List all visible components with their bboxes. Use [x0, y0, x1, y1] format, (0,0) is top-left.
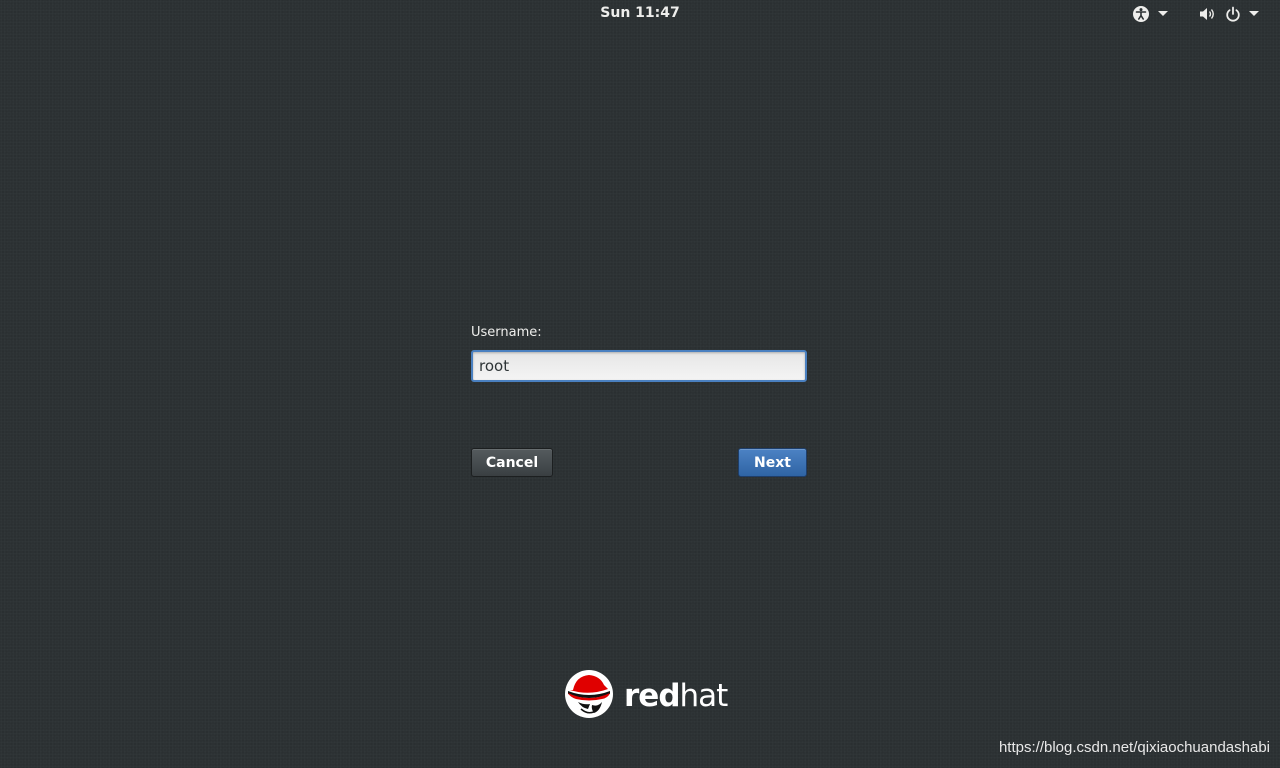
cancel-button[interactable]: Cancel [471, 448, 553, 477]
shadowman-icon [564, 669, 614, 723]
top-bar: Sun 11:47 [0, 0, 1280, 28]
username-input[interactable] [471, 350, 807, 382]
watermark-url: https://blog.csdn.net/qixiaochuandashabi [998, 739, 1270, 756]
next-button[interactable]: Next [738, 448, 807, 477]
login-form: Username: Cancel Next [471, 324, 807, 477]
username-label: Username: [471, 325, 542, 340]
dropdown-arrow-icon [1249, 11, 1259, 17]
volume-icon [1199, 6, 1217, 22]
redhat-logo: redhat [564, 669, 728, 723]
power-icon [1225, 6, 1241, 22]
redhat-wordmark: redhat [624, 678, 728, 714]
accessibility-icon [1132, 5, 1150, 23]
clock[interactable]: Sun 11:47 [0, 5, 1280, 21]
accessibility-menu-button[interactable] [1132, 4, 1168, 24]
system-menu-button[interactable] [1199, 4, 1259, 24]
dropdown-arrow-icon [1158, 11, 1168, 17]
